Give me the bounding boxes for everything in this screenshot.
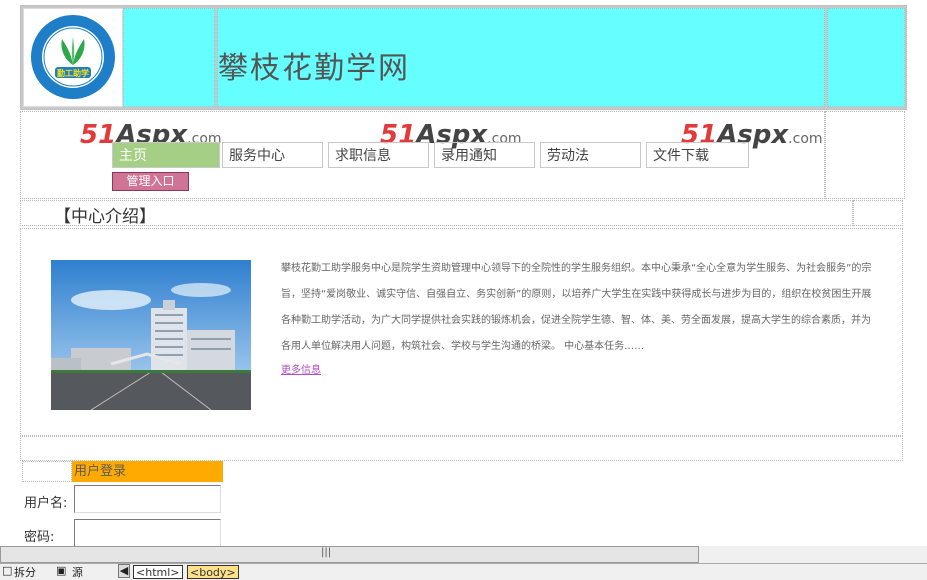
admin-entry-button[interactable]: 管理入口 <box>112 172 189 191</box>
scrollbar-filler <box>699 546 927 563</box>
tag-scroll-left-icon[interactable]: ◀ <box>118 564 130 578</box>
login-spacer <box>22 461 72 482</box>
split-view-button[interactable]: 拆分 <box>14 564 36 580</box>
password-label: 密码: <box>24 530 55 545</box>
tag-html[interactable]: <html> <box>133 565 183 579</box>
source-view-icon[interactable]: ▣ <box>56 564 66 577</box>
username-label: 用户名: <box>24 496 68 511</box>
logo-emblem-icon: 勤工助学 <box>31 15 115 99</box>
header-right-cell <box>827 8 905 107</box>
content-bottom-row <box>20 436 903 461</box>
logo-cell: 勤工助学 <box>23 8 123 107</box>
more-info-link[interactable]: 更多信息 <box>281 361 321 376</box>
nav-row-right <box>825 111 905 199</box>
site-title: 攀枝花勤学网 <box>218 51 410 86</box>
section-header-right <box>853 200 903 226</box>
username-input[interactable] <box>74 485 221 513</box>
login-header: 用户登录 <box>72 461 223 482</box>
intro-text: 攀枝花勤工助学服务中心是院学生资助管理中心领导下的全院性的学生服务组织。本中心秉… <box>281 263 872 352</box>
nav-item-downloads[interactable]: 文件下载 <box>646 142 749 168</box>
svg-text:勤工助学: 勤工助学 <box>57 68 89 78</box>
tag-body[interactable]: <body> <box>187 565 239 579</box>
title-cell: 攀枝花勤学网 <box>217 8 825 107</box>
nav-item-labor-law[interactable]: 劳动法 <box>540 142 641 168</box>
password-input[interactable] <box>74 519 221 547</box>
nav-item-hire-notice[interactable]: 录用通知 <box>434 142 535 168</box>
nav-item-home[interactable]: 主页 <box>112 142 220 168</box>
nav-item-job-info[interactable]: 求职信息 <box>328 142 429 168</box>
campus-photo <box>51 260 251 410</box>
horizontal-scrollbar[interactable]: ||| <box>0 546 699 563</box>
scroll-grip-icon: ||| <box>321 547 332 558</box>
source-view-button[interactable]: 源 <box>72 564 83 580</box>
nav-item-service-center[interactable]: 服务中心 <box>222 142 323 168</box>
header-spacer <box>123 8 215 107</box>
split-view-icon[interactable]: □ <box>2 564 12 577</box>
section-title: 【中心介绍】 <box>54 207 156 227</box>
